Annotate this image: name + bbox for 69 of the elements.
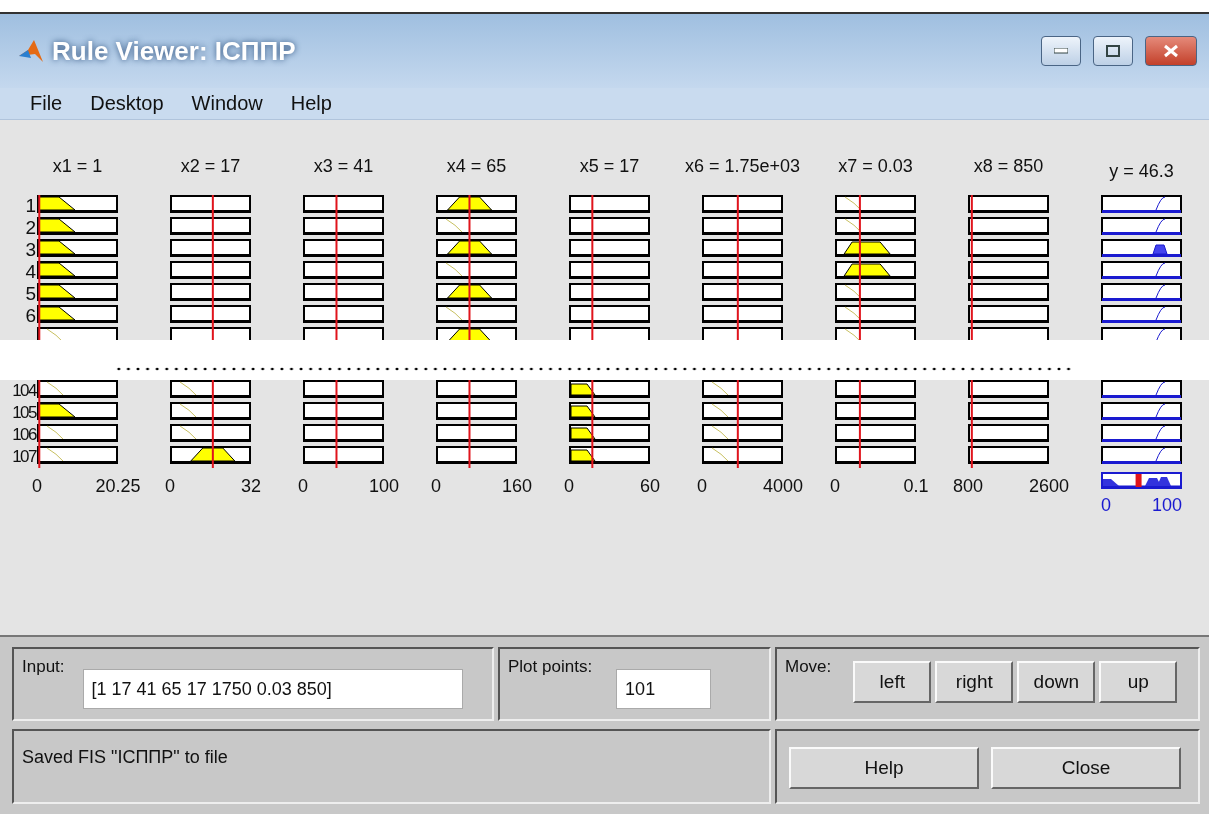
variable-label: x2 = 17: [179, 156, 242, 178]
output-label: y = 46.3: [1108, 161, 1175, 183]
axis-min-label: 0: [564, 476, 574, 498]
axis-max-label: 20.25: [95, 476, 141, 498]
variable-label: x5 = 17: [578, 156, 641, 178]
input-value-marker[interactable]: [591, 195, 594, 217]
variable-label: x1 = 1: [51, 156, 104, 178]
variable-label: x4 = 65: [445, 156, 508, 178]
variable-label: x7 = 0.03: [837, 156, 914, 178]
close-button[interactable]: [1145, 36, 1197, 66]
input-value-marker[interactable]: [211, 195, 214, 217]
maximize-button[interactable]: [1093, 36, 1133, 66]
input-value-marker[interactable]: [468, 195, 471, 217]
rule-number: 6: [25, 305, 36, 327]
minimize-icon: [1054, 48, 1068, 54]
rule-number: 5: [25, 283, 36, 305]
variable-label: x6 = 1.75e+03: [683, 156, 802, 178]
move-label: Move:: [785, 657, 832, 677]
axis-min-label: 800: [953, 476, 983, 498]
axis-min-label: 0: [298, 476, 308, 498]
axis-max-label: 32: [241, 476, 261, 498]
axis-max-label: 60: [640, 476, 660, 498]
plot-points-label: Plot points:: [508, 657, 593, 677]
input-value-marker[interactable]: [736, 195, 739, 217]
rule-number: 104: [12, 380, 36, 402]
menu-item[interactable]: File: [18, 92, 77, 115]
axis-min-label: 0: [1101, 495, 1111, 517]
axis-min-label: 0: [830, 476, 840, 498]
dialog-button[interactable]: Help: [789, 747, 979, 789]
axis-max-label: 4000: [763, 476, 803, 498]
menu-item[interactable]: Window: [179, 92, 277, 115]
dialog-button[interactable]: Close: [991, 747, 1181, 789]
input-value-marker[interactable]: [335, 195, 338, 217]
axis-max-label: 2600: [1029, 476, 1069, 498]
move-button[interactable]: up: [1099, 661, 1178, 703]
axis-max-label: 100: [369, 476, 399, 498]
variable-label: x3 = 41: [312, 156, 375, 178]
close-icon: [1163, 44, 1179, 58]
input-value-marker[interactable]: [858, 195, 861, 217]
axis-min-label: 0: [165, 476, 175, 498]
axis-max-label: 100: [1151, 495, 1182, 517]
input-value-marker[interactable]: [970, 195, 973, 217]
maximize-icon: [1106, 45, 1120, 57]
axis-max-label: 0.1: [903, 476, 929, 498]
rule-number: 107: [12, 446, 36, 468]
rule-number: 3: [25, 239, 36, 261]
move-button[interactable]: right: [935, 661, 1014, 703]
axis-min-label: 0: [697, 476, 707, 498]
status-message: Saved FIS "ІСППР" to file: [22, 747, 228, 768]
axis-min-label: 0: [32, 476, 42, 498]
axis-min-label: 0: [431, 476, 441, 498]
rule-number: 1: [25, 195, 36, 217]
plot-points-field[interactable]: 101: [616, 669, 712, 709]
rule-number: 106: [12, 424, 36, 446]
variable-label: x8 = 850: [972, 156, 1045, 178]
move-button[interactable]: down: [1017, 661, 1096, 703]
input-value-marker[interactable]: [38, 195, 41, 217]
axis-max-label: 160: [502, 476, 532, 498]
aggregate-area-drawing: [1103, 477, 1171, 486]
rule-number: 2: [25, 217, 36, 239]
menu-item[interactable]: Help: [278, 92, 346, 115]
move-button[interactable]: left: [853, 661, 932, 703]
input-field[interactable]: [1 17 41 65 17 1750 0.03 850]: [82, 669, 463, 709]
minimize-button[interactable]: [1041, 36, 1081, 66]
rule-number: 105: [12, 402, 36, 424]
rule-number: 4: [25, 261, 36, 283]
menu-item[interactable]: Desktop: [78, 92, 178, 115]
window-title: Rule Viewer: ІСППР: [52, 35, 297, 67]
input-label: Input:: [22, 657, 65, 677]
